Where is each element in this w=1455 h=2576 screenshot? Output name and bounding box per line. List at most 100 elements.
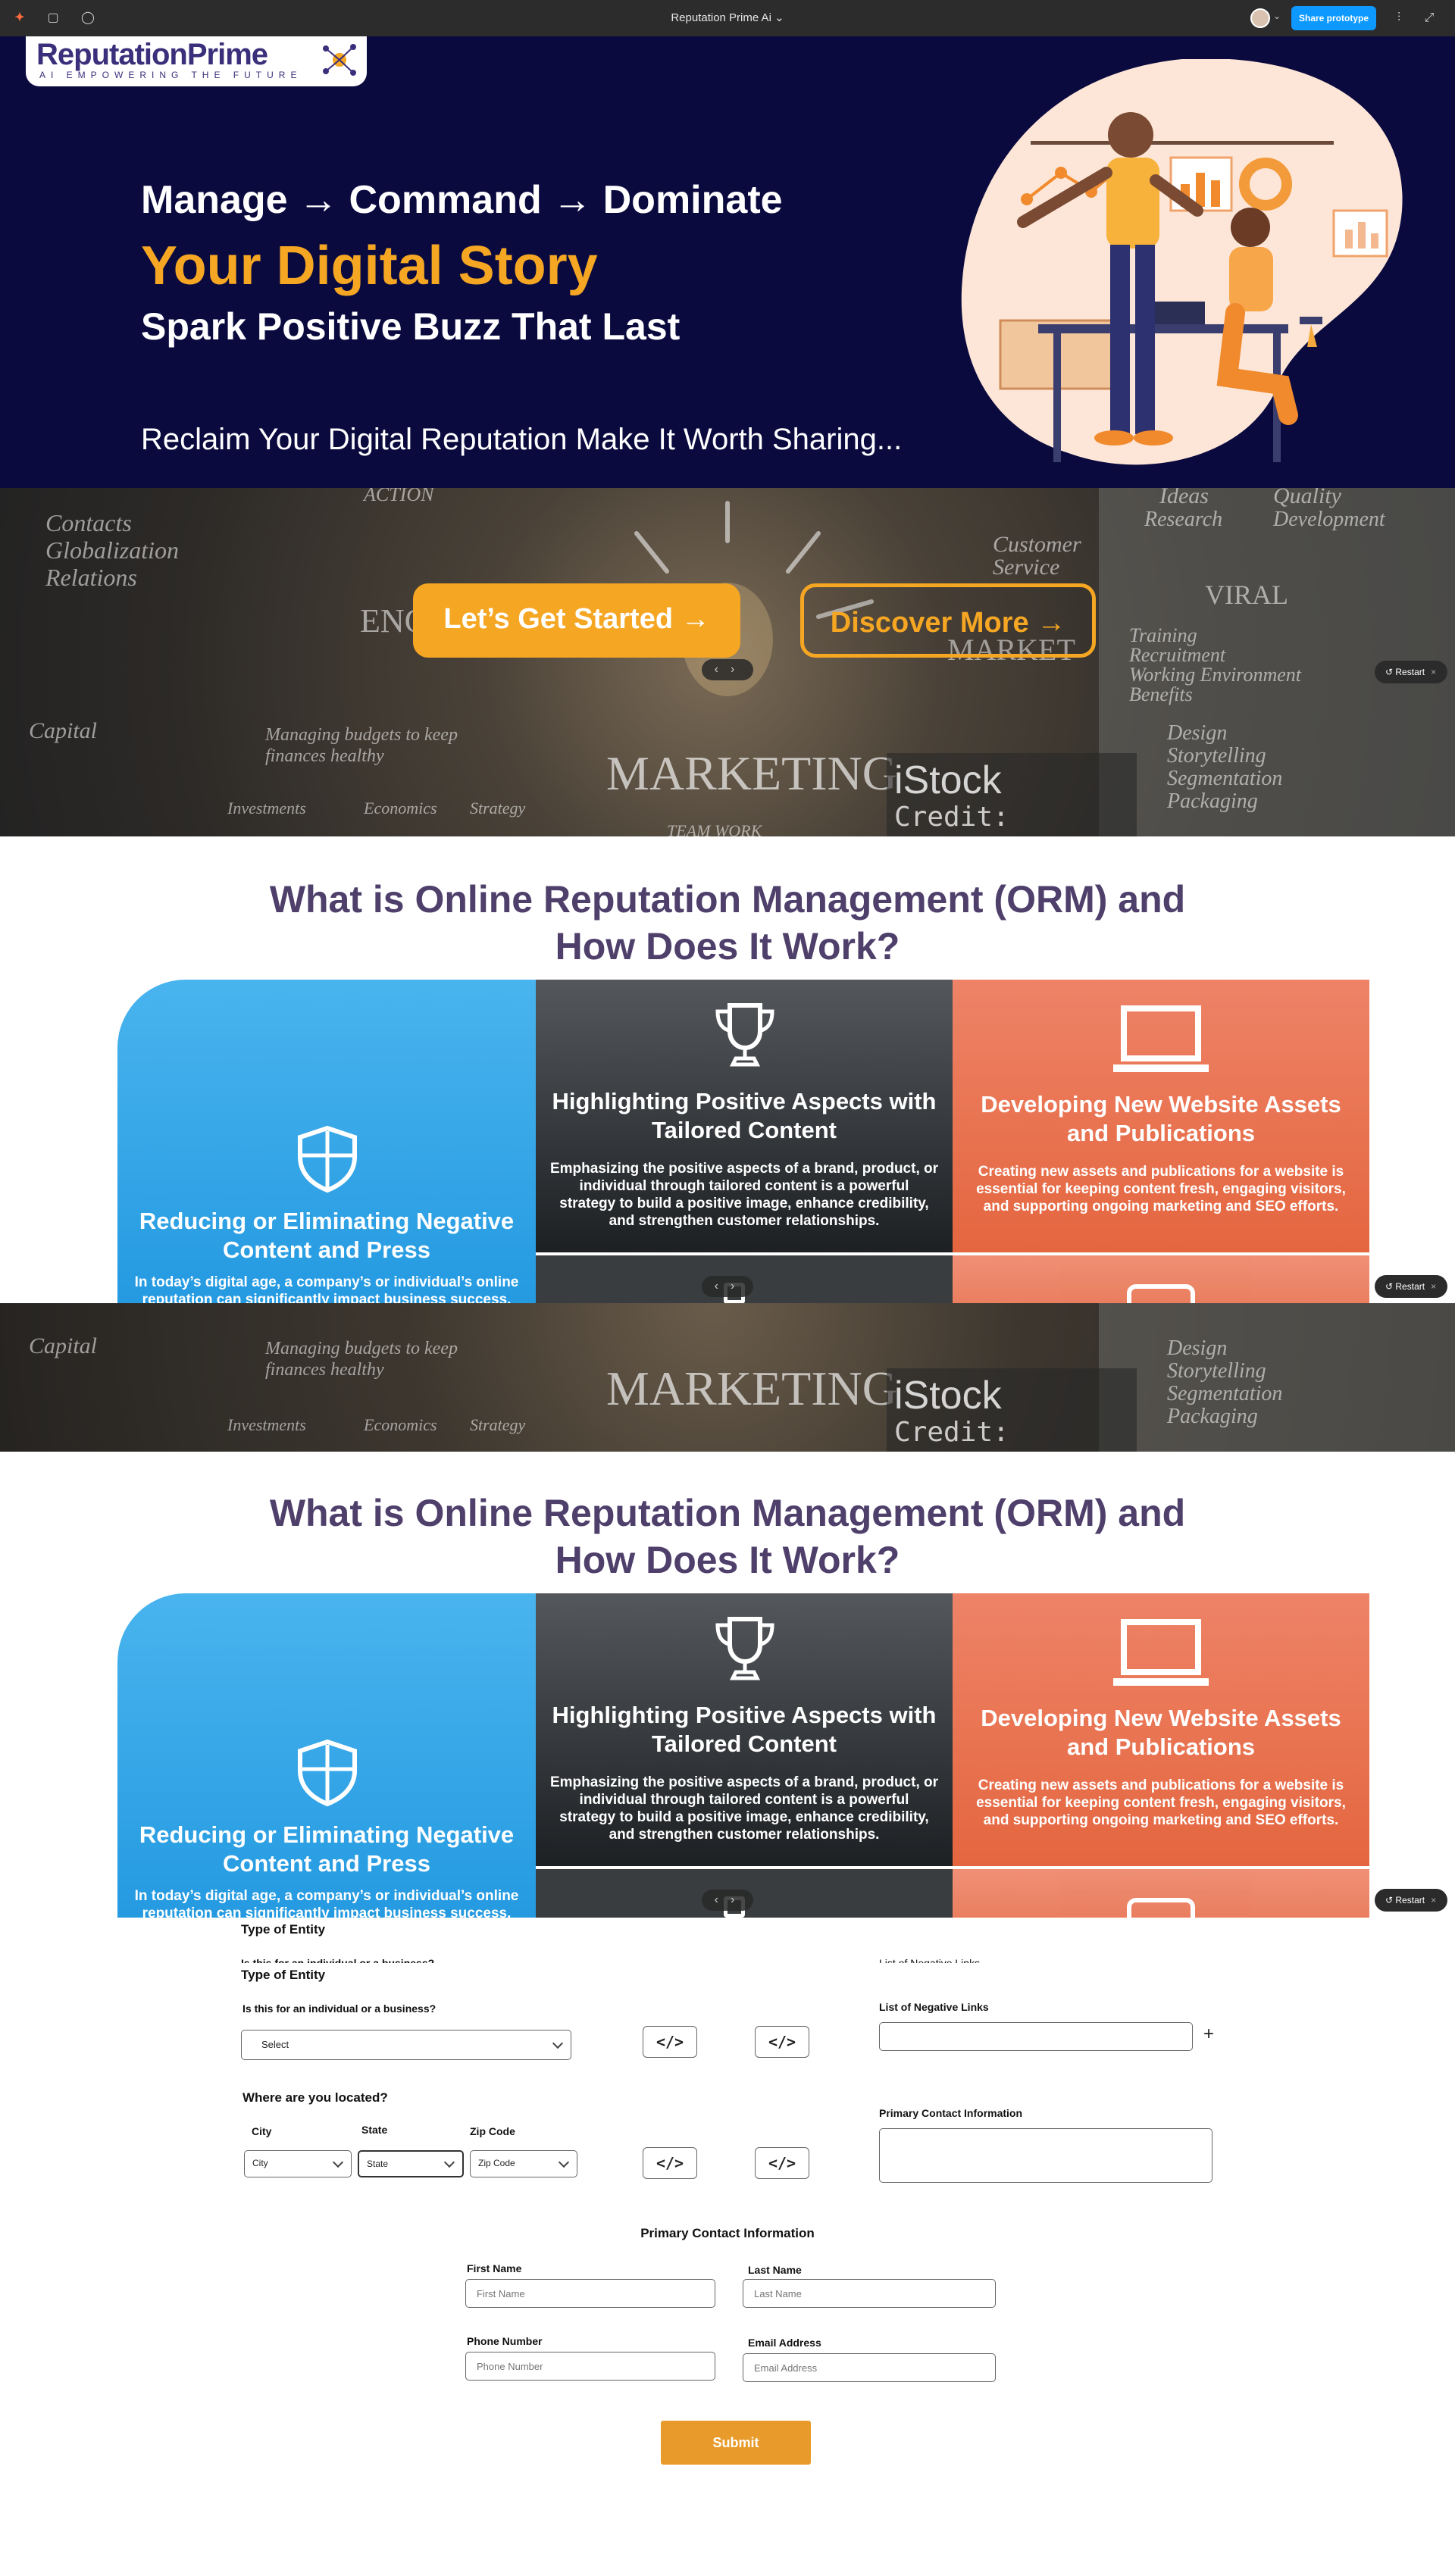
logo-wordmark-text: ReputationPrime: [36, 38, 268, 71]
carousel-next-icon[interactable]: ›: [731, 663, 746, 676]
discover-more-button[interactable]: Discover More →: [800, 583, 1096, 658]
chalk-word-economics: Economics: [364, 799, 437, 818]
orm-section-title-repeat: What is Online Reputation Management (OR…: [0, 1490, 1455, 1583]
last-name-input[interactable]: [743, 2279, 996, 2308]
ghost-links-label: List of Negative Links: [879, 1957, 981, 1963]
chalk-word-development: Development: [1273, 508, 1385, 531]
embed-code-button-2[interactable]: </>: [755, 2026, 809, 2058]
chalk-word-quality: Quality: [1273, 488, 1341, 508]
orm-card-peek-2: [953, 1255, 1369, 1303]
chalk-word-packaging: Packaging: [1167, 1405, 1258, 1428]
email-input[interactable]: [743, 2353, 996, 2382]
phone-input[interactable]: [465, 2352, 715, 2381]
carousel-prev-icon[interactable]: ‹: [715, 1893, 731, 1906]
ghost-form-row: Type of Entity Is this for an individual…: [0, 1918, 1455, 1963]
chevron-down-icon: [332, 2156, 344, 2168]
chalk-word-customer-service: Customer Service: [993, 532, 1081, 580]
prototype-toolbar: ✦ ▢ ◯ Reputation Prime Ai ⌄ ⌄ Share prot…: [0, 0, 1455, 36]
embed-code-button[interactable]: </>: [643, 2026, 697, 2058]
negative-links-input[interactable]: [879, 2022, 1193, 2051]
chalk-word-action: ACTION: [364, 488, 434, 505]
hero-illustration: [961, 59, 1403, 465]
orm-card-text: In today’s digital age, a company’s or i…: [134, 1888, 519, 1918]
get-started-button[interactable]: Let’s Get Started →: [413, 583, 740, 658]
orm-card-negative-content[interactable]: Reducing or Eliminating Negative Content…: [117, 980, 536, 1303]
orm-title-line-1: What is Online Reputation Management (OR…: [269, 878, 1186, 921]
primary-contact-textarea[interactable]: [879, 2128, 1212, 2183]
orm-card-website-assets[interactable]: Developing New Website Assets and Public…: [953, 1593, 1369, 1866]
chalk-word-strategy: Strategy: [470, 799, 526, 818]
embed-code-button-3[interactable]: </>: [643, 2147, 697, 2179]
hero-section: ReputationPrime AI EMPOWERING THE FUTURE…: [0, 36, 1455, 488]
city-select-value: City: [252, 2158, 268, 2168]
entity-question-label: Is this for an individual or a business?: [242, 2002, 436, 2015]
prototype-title-text: Reputation Prime Ai: [671, 11, 771, 24]
trophy-icon: [715, 1003, 774, 1067]
close-icon[interactable]: ×: [1431, 1895, 1436, 1905]
state-select-value: State: [367, 2159, 389, 2169]
last-name-label: Last Name: [748, 2264, 802, 2276]
carousel-next-icon[interactable]: ›: [731, 1893, 746, 1906]
avatar[interactable]: [1250, 8, 1270, 28]
fullscreen-icon[interactable]: ⤢: [1420, 9, 1438, 27]
add-link-icon[interactable]: +: [1203, 2024, 1214, 2045]
entity-form: Type of Entity Is this for an individual…: [0, 1918, 1455, 2576]
prototype-title[interactable]: Reputation Prime Ai ⌄: [0, 11, 1455, 24]
orm-title-line-1: What is Online Reputation Management (OR…: [269, 1492, 1186, 1534]
chalk-word-globalization: Globalization: [45, 536, 180, 564]
carousel-prev-icon[interactable]: ‹: [715, 1280, 731, 1293]
ghost-type-label: Type of Entity: [241, 1922, 326, 1937]
orm-card-title: Developing New Website Assets and Public…: [981, 1091, 1341, 1146]
orm-card-positive-aspects[interactable]: Highlighting Positive Aspects with Tailo…: [536, 980, 953, 1252]
settings-sliders-icon[interactable]: ⫶: [1390, 9, 1408, 27]
city-select[interactable]: City: [244, 2150, 352, 2177]
carousel-nav[interactable]: ‹›: [702, 659, 753, 680]
shield-icon: [298, 1739, 357, 1807]
watermark-brand: iStock: [894, 758, 1002, 802]
chevron-down-icon[interactable]: ⌄: [1273, 11, 1281, 21]
restart-button[interactable]: ↺ Restart ×: [1375, 661, 1447, 683]
entity-type-select-value: Select: [261, 2039, 289, 2050]
orm-card-text: In today’s digital age, a company’s or i…: [134, 1274, 519, 1303]
state-select[interactable]: State: [358, 2150, 464, 2177]
orm-card-text: Emphasizing the positive aspects of a br…: [549, 1774, 939, 1843]
restart-button-2[interactable]: ↺ Restart ×: [1375, 1275, 1447, 1298]
carousel-nav-2[interactable]: ‹›: [702, 1276, 753, 1297]
restart-label: Restart: [1395, 667, 1425, 677]
close-icon[interactable]: ×: [1431, 1281, 1436, 1292]
chalk-word-packaging: Packaging: [1167, 789, 1258, 813]
entity-type-select[interactable]: Select: [241, 2030, 571, 2060]
chevron-down-icon: [443, 2156, 455, 2168]
chevron-down-icon: [558, 2156, 570, 2168]
zip-select[interactable]: Zip Code: [470, 2150, 577, 2177]
carousel-nav-3[interactable]: ‹›: [702, 1890, 753, 1911]
logo[interactable]: ReputationPrime AI EMPOWERING THE FUTURE: [26, 36, 367, 86]
orm-card-website-assets[interactable]: Developing New Website Assets and Public…: [953, 980, 1369, 1252]
carousel-next-icon[interactable]: ›: [731, 1280, 746, 1293]
chalk-word-teamwork: TEAM WORK: [667, 821, 762, 836]
restart-button-3[interactable]: ↺ Restart ×: [1375, 1889, 1447, 1912]
chalk-word-research: Research: [1144, 508, 1223, 531]
first-name-label: First Name: [467, 2262, 522, 2274]
orm-card-title: Reducing or Eliminating Negative Content…: [139, 1821, 515, 1877]
chalk-word-capital: Capital: [29, 718, 98, 743]
chalk-word-benefits: Benefits: [1129, 683, 1193, 705]
submit-button[interactable]: Submit: [661, 2421, 811, 2465]
embed-code-button-4[interactable]: </>: [755, 2147, 809, 2179]
chalk-word-relations: Relations: [45, 564, 137, 591]
network-hub-icon: [323, 44, 356, 76]
watermark-credit: Credit: andresr: [894, 1417, 1009, 1452]
chalk-word-design: Design: [1167, 1336, 1228, 1360]
first-name-input[interactable]: [465, 2279, 715, 2308]
orm-card-positive-aspects[interactable]: Highlighting Positive Aspects with Tailo…: [536, 1593, 953, 1866]
orm-card-title: Highlighting Positive Aspects with Tailo…: [552, 1088, 937, 1143]
carousel-prev-icon[interactable]: ‹: [715, 663, 731, 676]
share-prototype-button[interactable]: Share prototype: [1291, 6, 1376, 30]
chevron-down-icon: [552, 2037, 564, 2049]
prototype-page: ✦ ▢ ◯ Reputation Prime Ai ⌄ ⌄ Share prot…: [0, 0, 1455, 2576]
watermark-box: iStock Credit: andresr: [887, 1368, 1137, 1452]
orm-card-negative-content[interactable]: Reducing or Eliminating Negative Content…: [117, 1593, 536, 1918]
logo-tagline: AI EMPOWERING THE FUTURE: [39, 70, 302, 80]
close-icon[interactable]: ×: [1431, 667, 1436, 677]
orm-cards-row-repeat: Reducing or Eliminating Negative Content…: [117, 1593, 1369, 1918]
